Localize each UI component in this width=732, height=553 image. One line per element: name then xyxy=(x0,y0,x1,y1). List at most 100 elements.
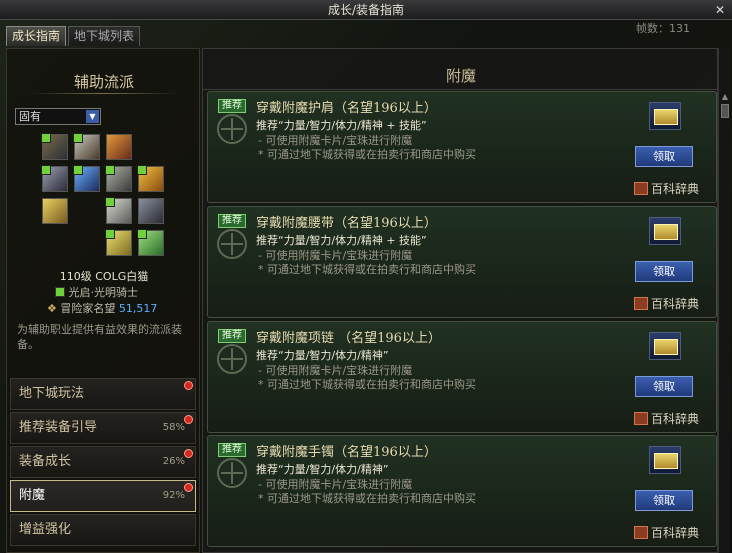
book-icon xyxy=(634,412,648,425)
wiki-label: 百科辞典 xyxy=(651,182,700,196)
window-title: 成长/装备指南 xyxy=(327,3,405,17)
title-divider xyxy=(29,93,179,94)
enchant-card-belt: 推荐 穿戴附魔腰带（名望196以上） 推荐“力量/智力/体力/精神 + 技能” … xyxy=(207,206,717,318)
scrollbar[interactable]: ▲ xyxy=(718,48,730,553)
style-select[interactable]: 固有 ▼ xyxy=(15,108,101,125)
job-icon xyxy=(55,287,65,297)
section-divider xyxy=(203,89,719,90)
fps-counter: 帧数：131 xyxy=(636,22,690,35)
nav-item-recommended-equipment[interactable]: 推荐装备引导 58% xyxy=(10,412,196,444)
fame-icon: ❖ xyxy=(47,302,57,315)
nav-item-dungeon-play[interactable]: 地下城玩法 xyxy=(10,378,196,410)
treasure-chest-icon xyxy=(649,332,681,360)
book-icon xyxy=(634,526,648,539)
nav-item-buff-enhance[interactable]: 增益强化 xyxy=(10,514,196,546)
wiki-label: 百科辞典 xyxy=(651,526,700,540)
alert-icon xyxy=(184,449,193,458)
card-recommend-text: 推荐“力量/智力/体力/精神 + 技能” xyxy=(256,119,427,132)
skill-icon[interactable] xyxy=(105,165,132,192)
chevron-down-icon[interactable]: ▼ xyxy=(86,110,99,123)
close-icon[interactable]: ✕ xyxy=(712,2,728,18)
alert-icon xyxy=(184,415,193,424)
nav-label: 装备成长 xyxy=(19,454,72,469)
skill-icon[interactable] xyxy=(137,229,164,256)
crosshair-icon xyxy=(217,114,247,144)
alert-icon xyxy=(184,483,193,492)
recommend-badge: 推荐 xyxy=(218,214,246,228)
character-name: 110级 COLG白猫 xyxy=(59,270,149,283)
book-icon xyxy=(634,297,648,310)
crosshair-icon xyxy=(217,344,247,374)
nav-label: 附魔 xyxy=(19,488,46,503)
skill-icon[interactable] xyxy=(41,133,68,160)
claim-button[interactable]: 领取 xyxy=(635,376,693,397)
left-panel-title: 辅助流派 xyxy=(73,73,134,91)
wiki-label: 百科辞典 xyxy=(651,412,700,426)
card-title: 穿戴附魔护肩（名望196以上） xyxy=(256,101,437,116)
crosshair-icon xyxy=(217,229,247,259)
skill-icon[interactable] xyxy=(105,229,132,256)
style-description: 为辅助职业提供有益效果的流派装备。 xyxy=(17,323,182,351)
skill-icon[interactable] xyxy=(42,198,68,224)
character-job: 光启·光明骑士 xyxy=(55,284,138,300)
crosshair-icon xyxy=(217,458,247,488)
nav-percent: 58% xyxy=(162,422,185,433)
skill-icon[interactable] xyxy=(137,165,164,192)
nav-item-equipment-growth[interactable]: 装备成长 26% xyxy=(10,446,196,478)
wiki-link[interactable]: 百科辞典 xyxy=(634,295,699,312)
recommend-badge: 推荐 xyxy=(218,443,246,457)
treasure-chest-icon xyxy=(649,102,681,130)
card-note: * 可通过地下城获得或在拍卖行和商店中购买 xyxy=(258,492,476,505)
card-note: * 可通过地下城获得或在拍卖行和商店中购买 xyxy=(258,263,476,276)
skill-icon[interactable] xyxy=(138,198,164,224)
left-panel: 辅助流派 固有 ▼ 110级 COLG白猫 光启·光明骑士 ❖ 冒险家名望 51… xyxy=(6,48,200,553)
nav-label: 推荐装备引导 xyxy=(19,420,98,435)
fame-row: ❖ 冒险家名望 51,517 xyxy=(47,300,157,316)
book-icon xyxy=(634,182,648,195)
section-title: 附魔 xyxy=(445,67,476,85)
recommend-badge: 推荐 xyxy=(218,329,246,343)
wiki-link[interactable]: 百科辞典 xyxy=(634,524,699,541)
tab-bar: 成长指南 地下城列表 xyxy=(6,26,141,46)
card-recommend-text: 推荐“力量/智力/体力/精神 + 技能” xyxy=(256,234,427,247)
wiki-label: 百科辞典 xyxy=(651,297,700,311)
claim-button[interactable]: 领取 xyxy=(635,261,693,282)
nav-label: 地下城玩法 xyxy=(19,386,85,401)
scroll-thumb[interactable] xyxy=(721,104,729,118)
style-select-value: 固有 xyxy=(19,110,41,123)
skill-icon[interactable] xyxy=(73,133,100,160)
recommend-badge: 推荐 xyxy=(218,99,246,113)
nav-percent: 26% xyxy=(162,456,185,467)
card-title: 穿戴附魔手镯（名望196以上） xyxy=(256,445,437,460)
wiki-link[interactable]: 百科辞典 xyxy=(634,410,699,427)
skill-icon[interactable] xyxy=(106,134,132,160)
tab-dungeon-list[interactable]: 地下城列表 xyxy=(68,26,141,46)
scroll-up-icon[interactable]: ▲ xyxy=(720,92,730,102)
claim-button[interactable]: 领取 xyxy=(635,146,693,167)
nav-label: 增益强化 xyxy=(19,522,72,537)
enchant-card-necklace: 推荐 穿戴附魔项链 （名望196以上） 推荐“力量/智力/体力/精神” - 可使… xyxy=(207,321,717,433)
alert-icon xyxy=(184,381,193,390)
card-note: * 可通过地下城获得或在拍卖行和商店中购买 xyxy=(258,378,476,391)
treasure-chest-icon xyxy=(649,217,681,245)
enchant-card-bracelet: 推荐 穿戴附魔手镯（名望196以上） 推荐“力量/智力/体力/精神” - 可使用… xyxy=(207,435,717,547)
card-note: * 可通过地下城获得或在拍卖行和商店中购买 xyxy=(258,148,476,161)
skill-icon-grid xyxy=(41,133,172,264)
job-label: 光启·光明骑士 xyxy=(68,286,139,299)
skill-icon[interactable] xyxy=(73,165,100,192)
card-title: 穿戴附魔项链 （名望196以上） xyxy=(256,331,441,346)
treasure-chest-icon xyxy=(649,446,681,474)
right-panel: 附魔 推荐 穿戴附魔护肩（名望196以上） 推荐“力量/智力/体力/精神 + 技… xyxy=(202,48,719,553)
nav-percent: 92% xyxy=(162,490,185,501)
tab-growth-guide[interactable]: 成长指南 xyxy=(6,26,67,46)
fame-label: 冒险家名望 xyxy=(60,302,116,315)
window-titlebar: 成长/装备指南 ✕ xyxy=(0,0,732,20)
claim-button[interactable]: 领取 xyxy=(635,490,693,511)
skill-icon[interactable] xyxy=(41,165,68,192)
skill-icon[interactable] xyxy=(105,197,132,224)
card-title: 穿戴附魔腰带（名望196以上） xyxy=(256,216,437,231)
card-recommend-text: 推荐“力量/智力/体力/精神” xyxy=(256,463,389,476)
wiki-link[interactable]: 百科辞典 xyxy=(634,180,699,197)
nav-item-enchant[interactable]: 附魔 92% xyxy=(10,480,196,512)
enchant-card-shoulder: 推荐 穿戴附魔护肩（名望196以上） 推荐“力量/智力/体力/精神 + 技能” … xyxy=(207,91,717,203)
